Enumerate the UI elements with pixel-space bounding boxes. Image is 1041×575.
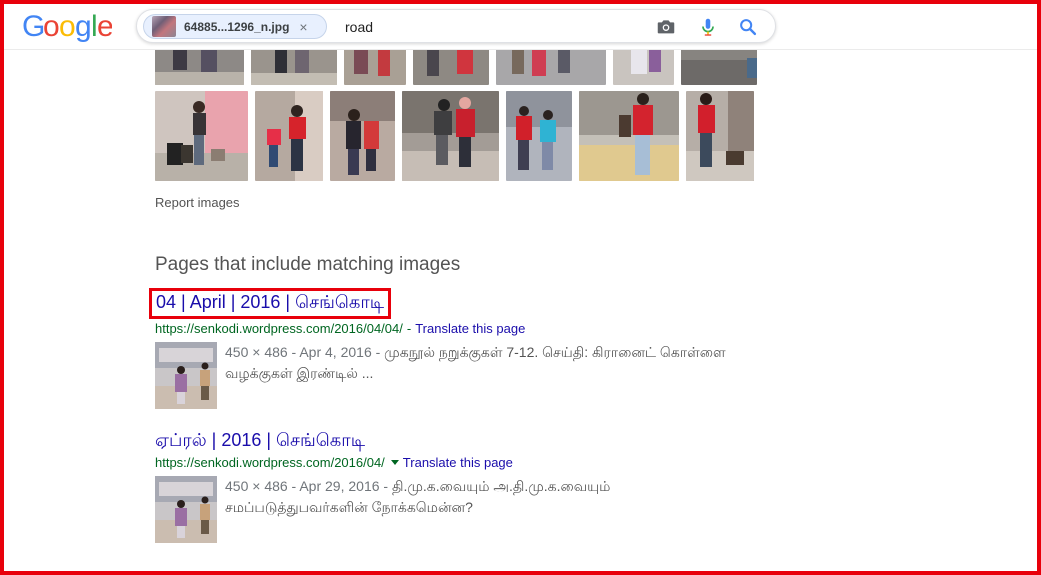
result-url: https://senkodi.wordpress.com/2016/04/04…: [155, 321, 403, 336]
svg-text:o: o: [59, 10, 76, 42]
result-snippet-block: 450 × 486 - Apr 29, 2016 - தி.மு.க.வையும…: [225, 476, 745, 543]
image-thumbnail[interactable]: [402, 91, 499, 181]
search-result-1: 04 | April | 2016 | செங்கொடி https://sen…: [149, 288, 795, 409]
google-logo[interactable]: G o o g l e: [22, 10, 112, 42]
image-grid-row-2: [155, 91, 754, 181]
microphone-icon[interactable]: [697, 16, 719, 38]
chip-file-name: 64885...1296_n.jpg: [184, 19, 290, 34]
close-icon[interactable]: ×: [299, 19, 307, 35]
result-title-link[interactable]: ஏப்ரல் | 2016 | செங்கொடி: [155, 430, 365, 453]
svg-text:o: o: [43, 10, 60, 42]
chip-image-thumbnail: [152, 16, 176, 37]
search-icon[interactable]: [737, 16, 759, 38]
image-thumbnail[interactable]: [155, 91, 248, 181]
result-body: 450 × 486 - Apr 4, 2016 - முகநூல் நறுக்க…: [155, 342, 795, 409]
image-thumbnail[interactable]: [506, 91, 572, 181]
search-result-2: ஏப்ரல் | 2016 | செங்கொடி https://senkodi…: [155, 430, 795, 543]
image-thumbnail[interactable]: [330, 91, 395, 181]
result-meta: 450 × 486 - Apr 29, 2016 -: [225, 478, 389, 494]
result-image-thumbnail[interactable]: [155, 476, 217, 543]
section-title: Pages that include matching images: [155, 254, 461, 275]
camera-icon[interactable]: [655, 16, 677, 38]
result-snippet-block: 450 × 486 - Apr 4, 2016 - முகநூல் நறுக்க…: [225, 342, 745, 409]
result-title-link[interactable]: 04 | April | 2016 | செங்கொடி: [149, 288, 392, 319]
svg-text:G: G: [22, 10, 45, 42]
image-thumbnail[interactable]: [255, 91, 323, 181]
svg-text:e: e: [97, 10, 112, 42]
result-url: https://senkodi.wordpress.com/2016/04/: [155, 455, 385, 470]
caret-down-icon[interactable]: [390, 460, 399, 466]
report-images-link[interactable]: Report images: [155, 195, 240, 210]
translate-link[interactable]: Translate this page: [403, 455, 513, 470]
image-thumbnail[interactable]: [686, 91, 754, 181]
search-image-chip[interactable]: 64885...1296_n.jpg ×: [143, 14, 327, 39]
search-input[interactable]: [345, 16, 635, 38]
result-body: 450 × 486 - Apr 29, 2016 - தி.மு.க.வையும…: [155, 476, 795, 543]
result-meta: 450 × 486 - Apr 4, 2016 -: [225, 344, 381, 360]
image-thumbnail[interactable]: [579, 91, 679, 181]
url-separator: -: [406, 321, 412, 336]
search-box: 64885...1296_n.jpg ×: [136, 9, 776, 43]
result-url-line: https://senkodi.wordpress.com/2016/04/04…: [155, 321, 795, 336]
result-image-thumbnail[interactable]: [155, 342, 217, 409]
svg-text:g: g: [75, 10, 92, 42]
translate-link[interactable]: Translate this page: [415, 321, 525, 336]
search-header: G o o g l e 64885...1296_n.jpg ×: [4, 4, 1037, 50]
result-url-line: https://senkodi.wordpress.com/2016/04/Tr…: [155, 455, 795, 470]
